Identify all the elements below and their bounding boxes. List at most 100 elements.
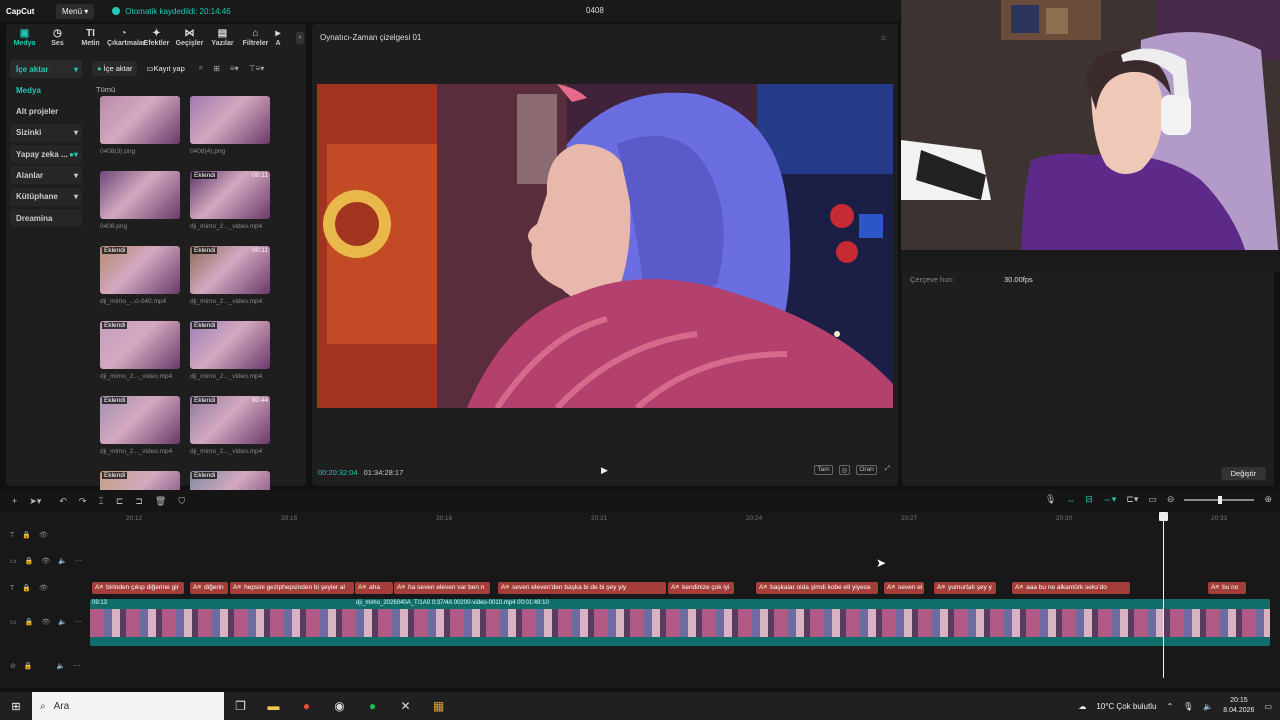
zoom-in-icon[interactable]: ⊕ bbox=[1264, 494, 1272, 505]
zoom-out-icon[interactable]: ⊖ bbox=[1167, 494, 1175, 505]
filter-icon[interactable]: ⊤≡▾ bbox=[249, 64, 265, 73]
trim-left-icon[interactable]: ⊏ bbox=[116, 496, 124, 507]
split-icon[interactable]: ⌶ bbox=[98, 496, 103, 507]
more-icon[interactable]: ⋯ bbox=[73, 662, 80, 670]
media-item[interactable]: Eklendi 00:11 dji_mimo_2..._video.mp4 bbox=[190, 171, 270, 230]
sidebar-item-dreamina[interactable]: Dreamina bbox=[10, 209, 82, 228]
task-view-icon[interactable]: ❐ bbox=[224, 699, 257, 713]
tab-stickers[interactable]: ◔ Çıkartmalar bbox=[107, 28, 146, 50]
caption-clip[interactable]: A≡ yumurtalı şey y bbox=[934, 582, 996, 594]
media-item[interactable]: Eklendi 00:44 dji_mimo_2..._video.mp4 bbox=[190, 396, 270, 455]
import-button[interactable]: ● İçe aktar bbox=[92, 60, 138, 76]
trim-right-icon[interactable]: ⊐ bbox=[135, 496, 143, 507]
media-item[interactable]: 0408.png bbox=[100, 171, 180, 230]
sidebar-item-subprojects[interactable]: Alt projeler bbox=[10, 103, 82, 121]
add-track-icon[interactable]: + bbox=[12, 496, 17, 506]
full-quality-button[interactable]: Tam bbox=[814, 465, 833, 475]
grid-view-icon[interactable]: ⊞ bbox=[213, 64, 220, 73]
tab-filters[interactable]: ⌂ Filtreler bbox=[239, 28, 272, 50]
media-item[interactable]: Eklendi dji_mimo_...o-040.mp4 bbox=[100, 246, 180, 305]
more-icon[interactable]: ⋯ bbox=[75, 618, 82, 626]
redo-icon[interactable]: ↷ bbox=[79, 496, 87, 507]
video-preview[interactable] bbox=[317, 84, 893, 408]
sidebar-item-spaces[interactable]: Alanlar ▾ bbox=[10, 166, 82, 185]
snap-icon[interactable]: ⇔▾ bbox=[1103, 494, 1117, 505]
media-item[interactable]: Eklendi dji_mimo_2..._video.mp4 bbox=[190, 321, 270, 380]
tab-audio[interactable]: ◷ Ses bbox=[41, 28, 74, 50]
change-button[interactable]: Değiştir bbox=[1220, 467, 1266, 480]
speaker-icon[interactable]: 🔈 bbox=[57, 662, 66, 670]
lock-icon[interactable]: 🔒 bbox=[22, 584, 31, 592]
sidebar-item-import[interactable]: İçe aktar ▾ bbox=[10, 60, 82, 78]
sidebar-item-library[interactable]: Kütüphane ▾ bbox=[10, 187, 82, 206]
tab-transitions[interactable]: ⋈ Geçişler bbox=[173, 28, 206, 50]
eye-icon[interactable]: 👁 bbox=[41, 618, 50, 626]
select-tool-icon[interactable]: ➤▾ bbox=[29, 496, 41, 507]
caption-clip[interactable]: A≡ birinden çıkıp diğerine gir bbox=[92, 582, 184, 594]
ratio-button[interactable]: Oran bbox=[856, 465, 877, 475]
zoom-slider[interactable] bbox=[1184, 495, 1255, 504]
delete-icon[interactable]: 🗑 bbox=[155, 496, 166, 507]
caption-clip[interactable]: A≡ başkalar oida şimdi kobe eti yiyece bbox=[756, 582, 878, 594]
chrome-icon[interactable]: ● bbox=[290, 699, 323, 713]
zoom-slider-knob[interactable] bbox=[1218, 495, 1223, 504]
lock-icon[interactable]: 🔒 bbox=[22, 531, 31, 539]
fullscreen-icon[interactable]: ⤢ bbox=[883, 465, 892, 475]
caption-clip[interactable]: A≡ bu no bbox=[1208, 582, 1246, 594]
tab-effects[interactable]: ✦ Efektler bbox=[140, 28, 173, 50]
sidebar-item-ai[interactable]: Yapay zeka ... ●▾ bbox=[10, 145, 82, 164]
sort-icon[interactable]: ≡▾ bbox=[230, 64, 239, 73]
caption-clip[interactable]: A≡ kendinize çok iyi bbox=[668, 582, 734, 594]
playhead[interactable] bbox=[1159, 512, 1168, 678]
caption-icon[interactable]: ▭ bbox=[1148, 494, 1157, 505]
time-ruler[interactable]: 20:12 20:15 20:18 20:21 20:24 20:27 20:30 20:33 bbox=[90, 512, 1280, 524]
undo-icon[interactable]: ↶ bbox=[59, 496, 67, 507]
capcut-icon[interactable]: ✕ bbox=[389, 699, 422, 713]
media-item[interactable]: Eklendi 00:11 dji_mimo_2..._video.mp4 bbox=[190, 246, 270, 305]
volume-icon[interactable]: 🔈 bbox=[1203, 702, 1213, 711]
caption-clip[interactable]: A≡ ha seven eleven var ben n bbox=[394, 582, 490, 594]
link-icon[interactable]: ⇔ bbox=[1066, 495, 1075, 505]
lock-icon[interactable]: 🔒 bbox=[25, 557, 34, 565]
caption-clip[interactable]: A≡ aaa bu ne alkantürk seks'do bbox=[1012, 582, 1130, 594]
weather-icon[interactable]: ☁ bbox=[1078, 702, 1086, 711]
microphone-icon[interactable]: 🎙 bbox=[1183, 702, 1193, 711]
caption-clip[interactable]: A≡ diğerin bbox=[190, 582, 228, 594]
speaker-icon[interactable]: 🔈 bbox=[58, 557, 67, 565]
eye-icon[interactable]: 👁 bbox=[39, 531, 48, 539]
search-icon[interactable]: ⌕ bbox=[199, 63, 203, 73]
tabs-scroll-button[interactable]: › bbox=[296, 32, 304, 44]
app-icon[interactable]: ▦ bbox=[422, 699, 455, 713]
media-item[interactable]: Eklendi dji_mimo_2..._video.mp4 bbox=[100, 321, 180, 380]
tab-text[interactable]: TI Metin bbox=[74, 28, 107, 50]
notifications-icon[interactable]: ▭ bbox=[1264, 702, 1272, 711]
preview-axis-icon[interactable]: ⊏▾ bbox=[1126, 494, 1138, 505]
caption-clip[interactable]: A≡ seven eleven'den başka bi de bi şey yi… bbox=[498, 582, 666, 594]
caption-clip[interactable]: A≡ hepsini geziphepsinden bi şeyler al bbox=[230, 582, 354, 594]
chevron-up-icon[interactable]: ⌃ bbox=[1166, 702, 1173, 711]
menu-button[interactable]: Menü ▾ bbox=[56, 3, 95, 19]
magnet-icon[interactable]: ⊟ bbox=[1085, 494, 1093, 505]
eye-icon[interactable]: 👁 bbox=[41, 557, 50, 565]
video-clip[interactable]: 09:13 dji_mimo_2026040A_T/1A0 0:37/4A 00… bbox=[90, 599, 1270, 646]
taskbar-search[interactable]: ⌕ Ara bbox=[32, 692, 224, 720]
media-item[interactable]: 0408(3).png bbox=[100, 96, 180, 155]
obs-icon[interactable]: ◉ bbox=[323, 699, 356, 713]
windows-start-icon[interactable]: ⊞ bbox=[0, 700, 32, 713]
speaker-icon[interactable]: 🔈 bbox=[58, 618, 67, 626]
menu-icon[interactable]: ≡ bbox=[881, 33, 886, 43]
more-icon[interactable]: ⋯ bbox=[75, 557, 82, 565]
clock[interactable]: 20:15 8.04.2026 bbox=[1223, 696, 1254, 716]
sidebar-item-media[interactable]: Medya bbox=[10, 81, 82, 99]
play-button[interactable]: ▶ bbox=[601, 465, 608, 476]
microphone-icon[interactable]: 🎙 bbox=[1045, 494, 1056, 505]
media-item[interactable]: 0408(4).png bbox=[190, 96, 270, 155]
fit-icon[interactable]: ◎ bbox=[838, 465, 851, 475]
spotify-icon[interactable]: ● bbox=[356, 699, 389, 713]
caption-clip[interactable]: A≡ aha bbox=[355, 582, 393, 594]
shield-icon[interactable]: ⛉ bbox=[178, 496, 185, 507]
caption-clip[interactable]: A≡ seven el bbox=[884, 582, 924, 594]
media-item[interactable]: Eklendi dji_mimo_2..._video.mp4 bbox=[100, 396, 180, 455]
eye-icon[interactable]: 👁 bbox=[39, 584, 48, 592]
record-button[interactable]: ▭Kayıt yap bbox=[141, 61, 189, 76]
